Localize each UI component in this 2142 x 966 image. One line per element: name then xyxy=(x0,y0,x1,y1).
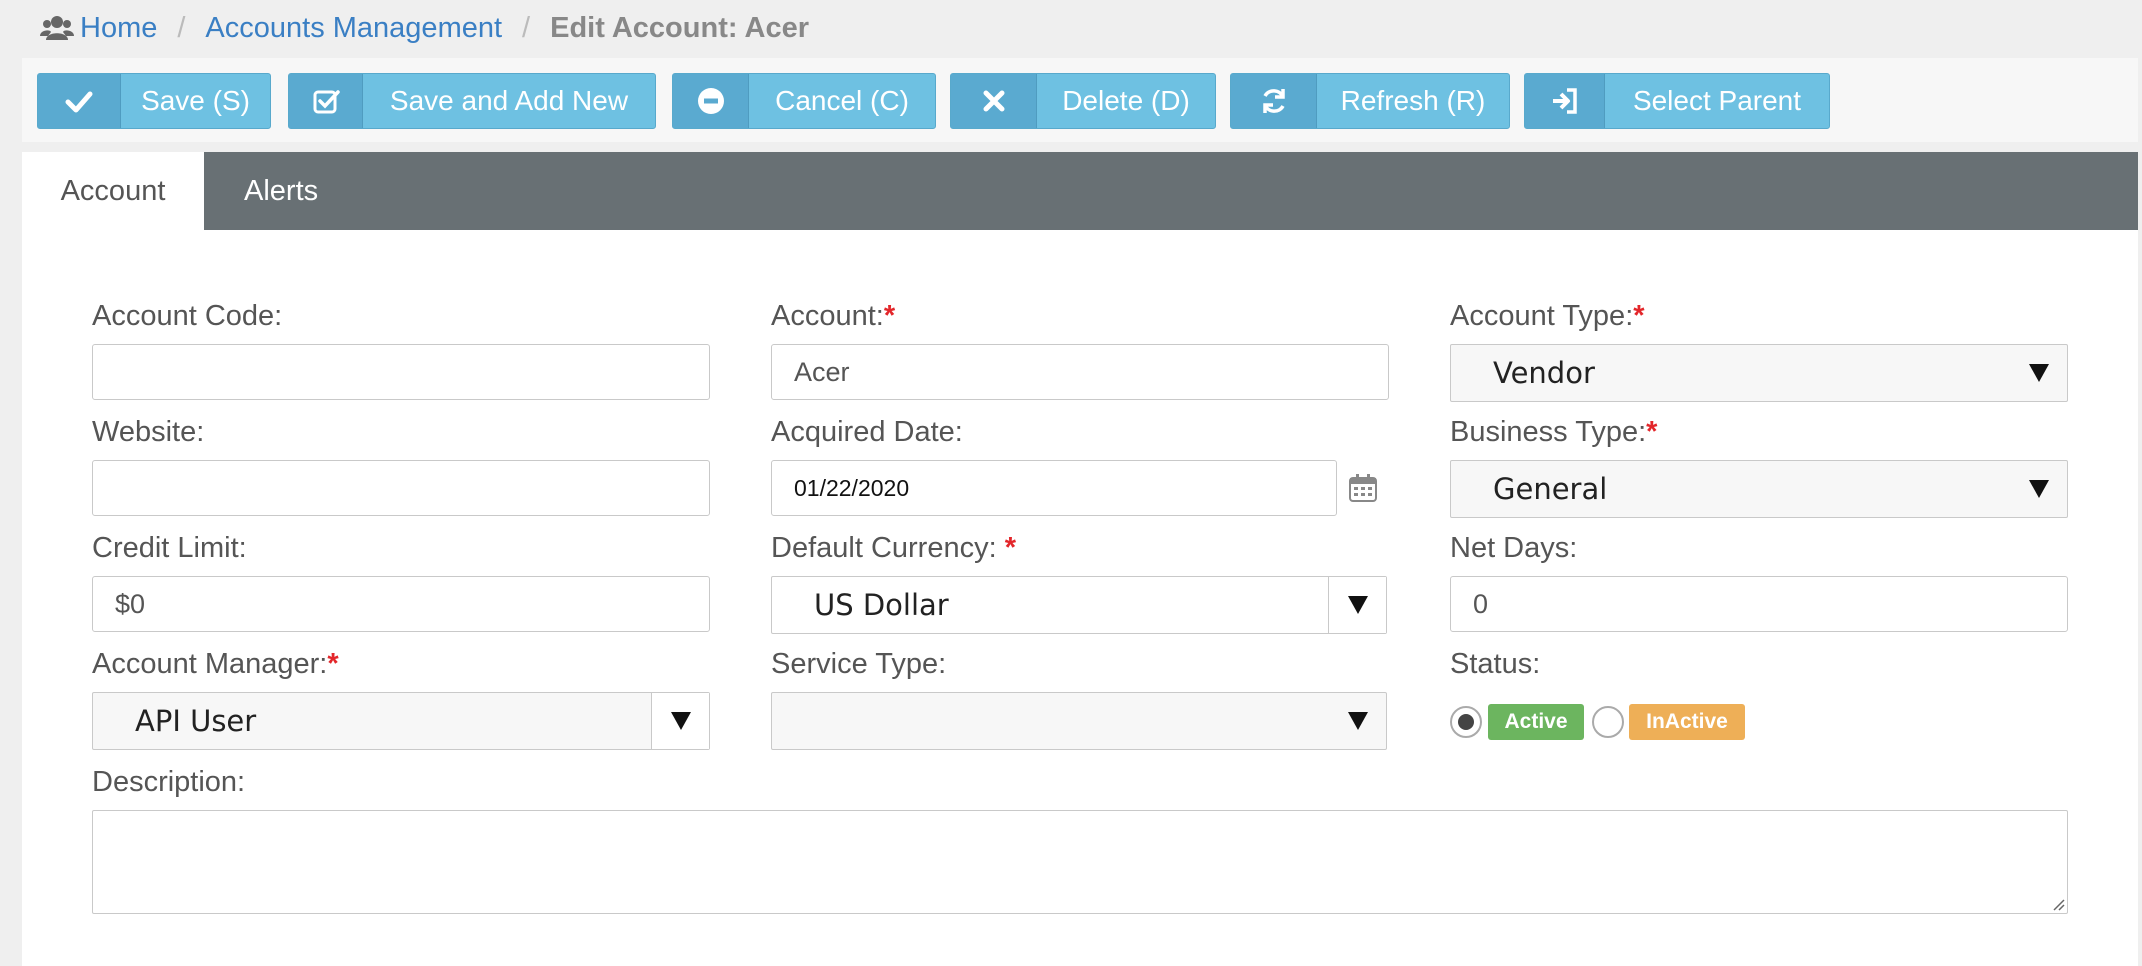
website-input[interactable] xyxy=(92,460,710,516)
cancel-button[interactable]: Cancel (C) xyxy=(672,73,936,129)
breadcrumb-separator: / xyxy=(177,11,186,44)
breadcrumb: Home / Accounts Management / Edit Accoun… xyxy=(40,8,809,48)
breadcrumb-current: Edit Account: Acer xyxy=(550,11,809,44)
chevron-down-icon[interactable] xyxy=(1328,577,1386,633)
status-active-radio[interactable] xyxy=(1450,706,1482,738)
acquired-date-input[interactable]: 01/22/2020 xyxy=(771,460,1337,516)
required-mark: * xyxy=(1633,300,1645,332)
required-mark: * xyxy=(883,300,896,332)
tab-account[interactable]: Account xyxy=(22,152,204,230)
status-active-badge: Active xyxy=(1488,704,1584,740)
credit-limit-label: Credit Limit: xyxy=(92,532,247,564)
acquired-date-label: Acquired Date: xyxy=(771,416,963,448)
refresh-icon xyxy=(1231,74,1317,128)
minus-circle-icon xyxy=(673,74,749,128)
save-and-add-new-button[interactable]: Save and Add New xyxy=(288,73,656,129)
account-code-input[interactable] xyxy=(92,344,710,400)
description-label: Description: xyxy=(92,766,246,798)
status-label: Status: xyxy=(1450,648,1541,680)
website-label: Website: xyxy=(92,416,205,448)
x-icon xyxy=(951,74,1037,128)
toolbar: Save (S) Save and Add New Cancel (C) Del… xyxy=(22,58,2138,142)
breadcrumb-home-link[interactable]: Home xyxy=(80,12,157,45)
account-code-label: Account Code: xyxy=(92,300,283,332)
service-type-label: Service Type: xyxy=(771,648,947,680)
default-currency-select[interactable]: US Dollar xyxy=(771,576,1387,634)
resize-grip-icon[interactable] xyxy=(2049,895,2065,911)
account-manager-select[interactable]: API User xyxy=(92,692,710,750)
checkbox-icon xyxy=(289,74,363,128)
net-days-input[interactable]: 0 xyxy=(1450,576,2068,632)
calendar-icon[interactable] xyxy=(1348,473,1378,503)
business-type-label: Business Type:* xyxy=(1450,416,1658,448)
chevron-down-icon[interactable] xyxy=(2029,480,2049,498)
account-manager-label: Account Manager:* xyxy=(92,648,339,680)
account-input[interactable]: Acer xyxy=(771,344,1389,400)
sign-in-icon xyxy=(1525,74,1605,128)
delete-button[interactable]: Delete (D) xyxy=(950,73,1216,129)
description-textarea[interactable] xyxy=(92,810,2068,914)
required-mark: * xyxy=(327,648,339,680)
tab-bar: Account Alerts xyxy=(22,152,2138,230)
status-inactive-badge: InActive xyxy=(1629,704,1745,740)
account-type-label: Account Type:* xyxy=(1450,300,1645,332)
credit-limit-input[interactable]: $0 xyxy=(92,576,710,632)
chevron-down-icon[interactable] xyxy=(1348,712,1368,730)
breadcrumb-accounts-link[interactable]: Accounts Management xyxy=(205,12,502,45)
refresh-button[interactable]: Refresh (R) xyxy=(1230,73,1510,129)
service-type-select[interactable] xyxy=(771,692,1387,750)
users-icon xyxy=(40,14,74,42)
account-label: Account:* xyxy=(771,300,896,332)
status-inactive-radio[interactable] xyxy=(1592,706,1624,738)
required-mark: * xyxy=(1646,416,1658,448)
business-type-select[interactable]: General xyxy=(1450,460,2068,518)
tab-alerts[interactable]: Alerts xyxy=(204,152,358,230)
chevron-down-icon[interactable] xyxy=(651,693,709,749)
default-currency-label: Default Currency: * xyxy=(771,532,1016,564)
account-type-select[interactable]: Vendor xyxy=(1450,344,2068,402)
required-mark: * xyxy=(1004,532,1016,564)
breadcrumb-separator: / xyxy=(522,11,531,44)
save-button[interactable]: Save (S) xyxy=(37,73,271,129)
select-parent-button[interactable]: Select Parent xyxy=(1524,73,1830,129)
check-icon xyxy=(38,74,122,128)
net-days-label: Net Days: xyxy=(1450,532,1578,564)
account-form-card: Account Alerts Account Code: Website: Cr… xyxy=(22,152,2138,966)
chevron-down-icon[interactable] xyxy=(2029,364,2049,382)
